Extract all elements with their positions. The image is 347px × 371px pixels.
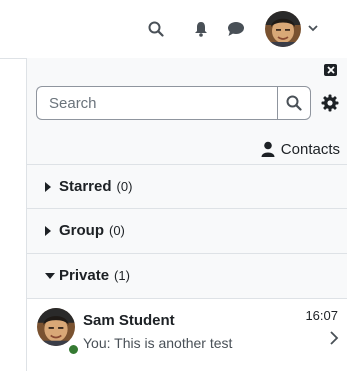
messaging-drawer: Contacts Starred (0) Group (0) Private (…: [26, 58, 347, 371]
section-count: (0): [109, 223, 125, 238]
conversation-preview: You: This is another test: [83, 335, 233, 351]
conversation-time: 16:07: [305, 308, 338, 323]
user-avatar[interactable]: [265, 11, 301, 47]
contacts-label: Contacts: [280, 140, 340, 158]
top-navbar: [0, 0, 347, 59]
gear-icon[interactable]: [321, 94, 339, 112]
section-title: Private: [59, 267, 110, 284]
search-icon: [286, 95, 302, 111]
chevron-down-icon[interactable]: [307, 21, 319, 35]
online-status-indicator: [67, 343, 80, 356]
section-count: (1): [114, 268, 130, 283]
section-private[interactable]: Private (1): [27, 253, 347, 297]
close-drawer-button[interactable]: [324, 64, 337, 76]
chevron-right-icon: [329, 330, 339, 346]
caret-right-icon: [45, 181, 55, 192]
search-icon[interactable]: [145, 18, 167, 40]
search-input[interactable]: [36, 86, 278, 120]
section-group[interactable]: Group (0): [27, 208, 347, 252]
caret-right-icon: [45, 225, 55, 236]
avatar: [37, 308, 75, 346]
section-title: Group: [59, 222, 104, 239]
user-icon: [261, 141, 275, 157]
bell-icon[interactable]: [190, 18, 212, 40]
search-button[interactable]: [277, 86, 311, 120]
section-title: Starred: [59, 178, 112, 195]
conversation-item[interactable]: Sam Student You: This is another test 16…: [27, 298, 347, 371]
section-starred[interactable]: Starred (0): [27, 164, 347, 208]
search-box: [36, 86, 311, 120]
caret-down-icon: [45, 272, 55, 279]
close-icon: [326, 66, 335, 74]
conversation-name: Sam Student: [83, 312, 175, 329]
section-count: (0): [116, 179, 133, 194]
contacts-link[interactable]: Contacts: [261, 139, 340, 159]
chat-icon[interactable]: [225, 18, 247, 40]
